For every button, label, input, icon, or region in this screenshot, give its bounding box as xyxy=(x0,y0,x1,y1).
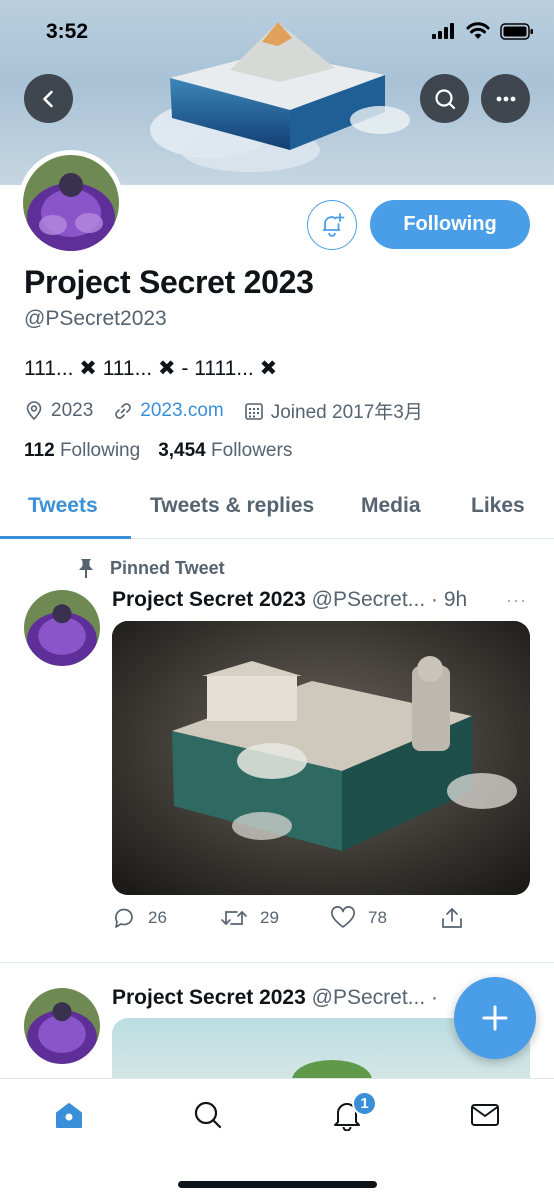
pinned-text: Pinned Tweet xyxy=(110,557,225,578)
tweet-image-artwork xyxy=(112,621,530,895)
following-button[interactable]: Following xyxy=(370,200,530,249)
website-link[interactable]: 2023.com xyxy=(140,400,223,422)
retweet-button[interactable]: 29 xyxy=(220,906,279,930)
tweet-avatar-2[interactable] xyxy=(24,988,100,1064)
tweet-avatar[interactable] xyxy=(24,590,100,666)
share-button[interactable] xyxy=(440,906,476,930)
tweet-avatar-image xyxy=(24,590,100,666)
tweet-author-name-2[interactable]: Project Secret 2023 xyxy=(112,986,306,1009)
pin-icon xyxy=(79,559,93,578)
like-button[interactable]: 78 xyxy=(330,906,387,930)
profile-handle: @PSecret2023 xyxy=(24,307,167,330)
tab-tweets-replies[interactable]: Tweets & replies xyxy=(150,494,314,518)
tweet-author-name[interactable]: Project Secret 2023 xyxy=(112,588,306,611)
following-count: 112 xyxy=(24,440,55,461)
pinned-tweet-label: Pinned Tweet xyxy=(76,557,225,579)
link-icon xyxy=(115,402,132,419)
profile-meta: 2023 2023.com Joined 2017年3月 xyxy=(24,397,443,424)
profile-bio: 111... ✖ 111... ✖ - 1111... ✖ xyxy=(24,357,278,380)
tab-tweets[interactable]: Tweets xyxy=(28,494,98,518)
status-icons xyxy=(432,22,534,40)
following-count-link[interactable]: 112 Following xyxy=(24,440,140,462)
tweet-avatar-image-2 xyxy=(24,988,100,1064)
status-bar: 3:52 xyxy=(0,0,554,66)
location-pin-icon xyxy=(26,400,42,420)
tweet-handle-time-2: @PSecret... · xyxy=(311,986,438,1009)
tab-media[interactable]: Media xyxy=(361,494,421,518)
search-icon xyxy=(434,88,455,109)
plus-icon xyxy=(482,1005,508,1031)
retweet-count: 29 xyxy=(260,908,279,927)
bell-plus-icon xyxy=(323,213,345,237)
followers-label: Followers xyxy=(211,440,293,461)
more-horizontal-icon xyxy=(496,96,515,101)
home-icon xyxy=(56,1103,82,1128)
tweet-header-2: Project Secret 2023 @PSecret... · xyxy=(112,986,438,1010)
notification-badge: 1 xyxy=(352,1091,377,1116)
avatar-image xyxy=(23,155,119,251)
followers-count: 3,454 xyxy=(158,440,206,461)
calendar-icon xyxy=(244,402,263,420)
following-label: Following xyxy=(59,440,141,461)
website-item[interactable]: 2023.com xyxy=(113,400,224,422)
cellular-signal-icon xyxy=(432,23,454,39)
nav-home[interactable] xyxy=(49,1095,89,1135)
share-icon xyxy=(442,908,462,928)
tweet-actions: 26 29 78 xyxy=(112,906,532,936)
notifications-toggle-button[interactable] xyxy=(307,200,357,250)
follow-counts: 112 Following 3,454 Followers xyxy=(24,440,292,462)
active-tab-indicator xyxy=(0,536,131,539)
tab-likes[interactable]: Likes xyxy=(471,494,525,518)
reply-count: 26 xyxy=(148,908,167,927)
home-indicator xyxy=(178,1181,377,1188)
profile-avatar[interactable] xyxy=(18,150,124,256)
nav-search[interactable] xyxy=(188,1095,228,1135)
joined-item: Joined 2017年3月 xyxy=(244,397,423,424)
tweet-media-image[interactable] xyxy=(112,621,530,895)
tweet-handle-time: @PSecret... · 9h xyxy=(311,588,468,611)
profile-tabs: Tweets Tweets & replies Media Likes xyxy=(0,474,554,539)
tweet-more-button[interactable]: ··· xyxy=(506,590,527,611)
battery-icon xyxy=(500,22,533,40)
joined-text: Joined 2017年3月 xyxy=(270,402,423,423)
nav-messages[interactable] xyxy=(465,1095,505,1135)
status-time: 3:52 xyxy=(46,20,89,43)
reply-icon xyxy=(115,908,133,928)
mail-icon xyxy=(471,1104,499,1126)
retweet-icon xyxy=(221,910,247,926)
tweet-divider xyxy=(0,962,554,963)
search-button[interactable] xyxy=(420,74,469,123)
tweet-header: Project Secret 2023 @PSecret... · 9h xyxy=(112,588,467,612)
location-text: 2023 xyxy=(51,399,94,421)
chevron-left-icon xyxy=(42,90,53,107)
profile-name: Project Secret 2023 xyxy=(24,264,314,300)
reply-button[interactable]: 26 xyxy=(112,906,167,930)
wifi-icon xyxy=(466,22,490,39)
back-button[interactable] xyxy=(24,74,73,123)
heart-icon xyxy=(331,906,355,928)
location-item: 2023 xyxy=(24,400,93,422)
search-icon xyxy=(194,1101,222,1129)
compose-tweet-button[interactable] xyxy=(454,977,536,1059)
like-count: 78 xyxy=(368,908,387,927)
followers-count-link[interactable]: 3,454 Followers xyxy=(158,440,292,462)
more-options-button[interactable] xyxy=(481,74,530,123)
